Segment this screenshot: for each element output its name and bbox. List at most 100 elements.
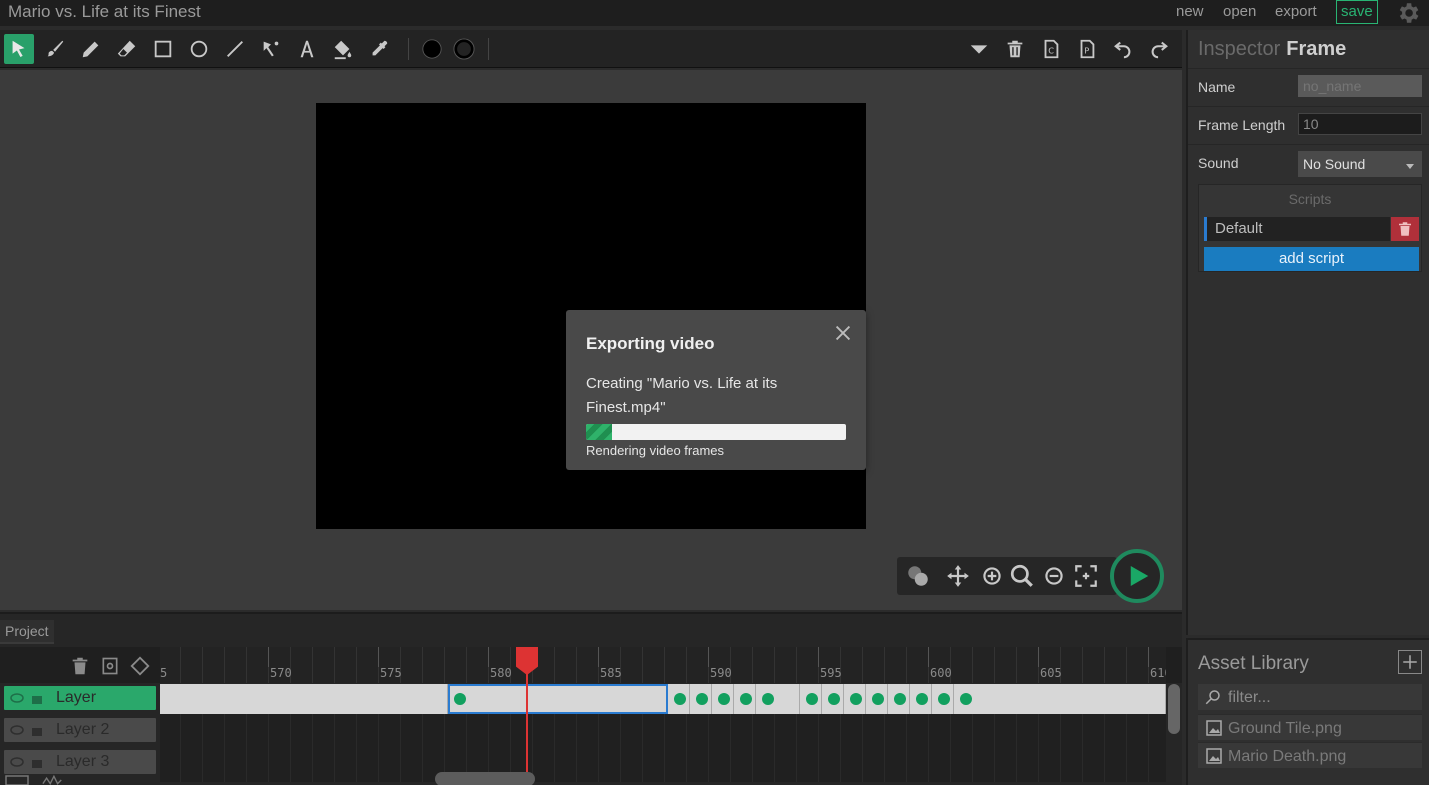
close-icon[interactable]	[832, 322, 854, 344]
save-button[interactable]: save	[1336, 0, 1378, 24]
ruler-tick	[796, 647, 797, 683]
name-row: Name	[1188, 68, 1429, 106]
keyframe-icon	[130, 656, 150, 676]
brush-icon[interactable]	[40, 34, 70, 64]
toolbar: C P	[0, 30, 1182, 68]
zoom-in-icon[interactable]	[977, 561, 1007, 591]
keyframe-dot	[454, 693, 466, 705]
sound-select-value: No Sound	[1303, 156, 1366, 172]
ruler-tick	[554, 647, 555, 683]
asset-filter-input[interactable]: filter...	[1198, 684, 1422, 710]
ruler-label: 575	[380, 666, 402, 680]
keyframe-dot	[850, 693, 862, 705]
delete-script-button[interactable]	[1391, 217, 1419, 241]
pan-icon[interactable]	[943, 561, 973, 591]
pencil-icon[interactable]	[76, 34, 106, 64]
paste-icon[interactable]: P	[1072, 34, 1102, 64]
sound-row: Sound No Sound	[1188, 144, 1429, 182]
ruler-major-tick	[708, 647, 709, 667]
timeline-ruler[interactable]: 5 570 575 580 585 590 595 600 605 610	[160, 647, 1166, 683]
keyframe-dot	[718, 693, 730, 705]
ruler-tick	[202, 647, 203, 683]
asset-name: Ground Tile.png	[1228, 720, 1342, 737]
play-icon	[1130, 566, 1149, 586]
ellipse-icon[interactable]	[184, 34, 214, 64]
line-icon[interactable]	[220, 34, 250, 64]
copy-icon[interactable]: C	[1036, 34, 1066, 64]
dropdown-arrow-icon[interactable]	[964, 34, 994, 64]
plus-icon	[1403, 655, 1417, 669]
export-dialog: Exporting video Creating "Mario vs. Life…	[566, 310, 866, 470]
waveform-icon[interactable]	[42, 774, 64, 785]
gear-icon[interactable]	[1395, 0, 1421, 26]
ruler-tick	[752, 647, 753, 683]
cursor-icon[interactable]	[4, 34, 34, 64]
ruler-label: 605	[1040, 666, 1062, 680]
tab-project[interactable]: Project	[0, 620, 54, 644]
frame-length-input[interactable]: 10	[1298, 113, 1422, 135]
rectangle-icon[interactable]	[148, 34, 178, 64]
title-bar: Mario vs. Life at its Finest new open ex…	[0, 0, 1429, 26]
eraser-icon[interactable]	[112, 34, 142, 64]
add-layer-button[interactable]	[98, 654, 122, 678]
layer-row[interactable]: Layer 3	[4, 750, 156, 774]
asset-item[interactable]: Mario Death.png	[1198, 742, 1422, 768]
add-asset-button[interactable]	[1398, 650, 1422, 674]
layer-name: Layer 3	[56, 753, 110, 770]
timeline-horizontal-scrollbar[interactable]	[435, 772, 535, 785]
text-icon[interactable]	[292, 34, 322, 64]
timeline-panel: Project 5 570 575 580 585 590 595 600 605 610 Lay…	[0, 612, 1182, 785]
ruler-tick	[224, 647, 225, 683]
trash-icon[interactable]	[1000, 34, 1030, 64]
asset-item[interactable]: Ground Tile.png	[1198, 714, 1422, 740]
ruler-tick	[246, 647, 247, 683]
chevron-down-icon	[1406, 164, 1414, 169]
layer-visibility-lock-icons	[10, 757, 42, 768]
ruler-tick	[884, 647, 885, 683]
fill-bucket-icon[interactable]	[328, 34, 358, 64]
onion-skin-icon[interactable]	[903, 561, 933, 591]
inspector-type: Frame	[1286, 38, 1347, 60]
frame[interactable]	[954, 684, 1166, 714]
frame-selected[interactable]	[448, 684, 668, 714]
name-input[interactable]	[1298, 75, 1422, 97]
ruler-tick	[422, 647, 423, 683]
layer-name: Layer	[56, 689, 97, 706]
keyframe-dot	[740, 693, 752, 705]
layer-row[interactable]: Layer 2	[4, 718, 156, 742]
ruler-tick	[972, 647, 973, 683]
add-keyframe-button[interactable]	[128, 654, 152, 678]
redo-icon[interactable]	[1144, 34, 1174, 64]
script-item-default[interactable]: Default	[1204, 217, 1390, 241]
zoom-icon[interactable]	[1007, 561, 1037, 591]
ruler-label: 585	[600, 666, 622, 680]
new-menu[interactable]: new	[1176, 3, 1204, 20]
fit-to-screen-icon[interactable]	[1071, 561, 1101, 591]
canvas-area[interactable]: Exporting video Creating "Mario vs. Life…	[0, 70, 1182, 610]
path-icon[interactable]	[256, 34, 286, 64]
layer-row[interactable]: Layer	[4, 686, 156, 710]
sound-select[interactable]: No Sound	[1298, 151, 1422, 177]
add-script-button[interactable]: add script	[1204, 247, 1419, 271]
ruler-tick	[642, 647, 643, 683]
undo-icon[interactable]	[1108, 34, 1138, 64]
dialog-message: Creating "Mario vs. Life at its Finest.m…	[586, 375, 778, 416]
zoom-out-icon[interactable]	[1039, 561, 1069, 591]
timeline-vertical-scrollbar[interactable]	[1168, 684, 1180, 734]
keyframe-dot	[762, 693, 774, 705]
fill-color-swatch[interactable]	[417, 34, 447, 64]
ruler-tick	[994, 647, 995, 683]
export-progress-bar	[586, 424, 846, 440]
toolbar-separator	[408, 38, 409, 60]
play-button[interactable]	[1110, 549, 1164, 603]
timeline-view-icon[interactable]	[4, 774, 30, 785]
eyedropper-icon[interactable]	[364, 34, 394, 64]
ruler-tick	[466, 647, 467, 683]
frame[interactable]	[160, 684, 448, 714]
export-menu[interactable]: export	[1275, 3, 1317, 20]
open-menu[interactable]: open	[1223, 3, 1256, 20]
asset-filter-placeholder: filter...	[1228, 689, 1271, 706]
delete-layer-button[interactable]	[68, 654, 92, 678]
stroke-color-swatch[interactable]	[449, 34, 479, 64]
frames-area[interactable]	[160, 684, 1166, 782]
